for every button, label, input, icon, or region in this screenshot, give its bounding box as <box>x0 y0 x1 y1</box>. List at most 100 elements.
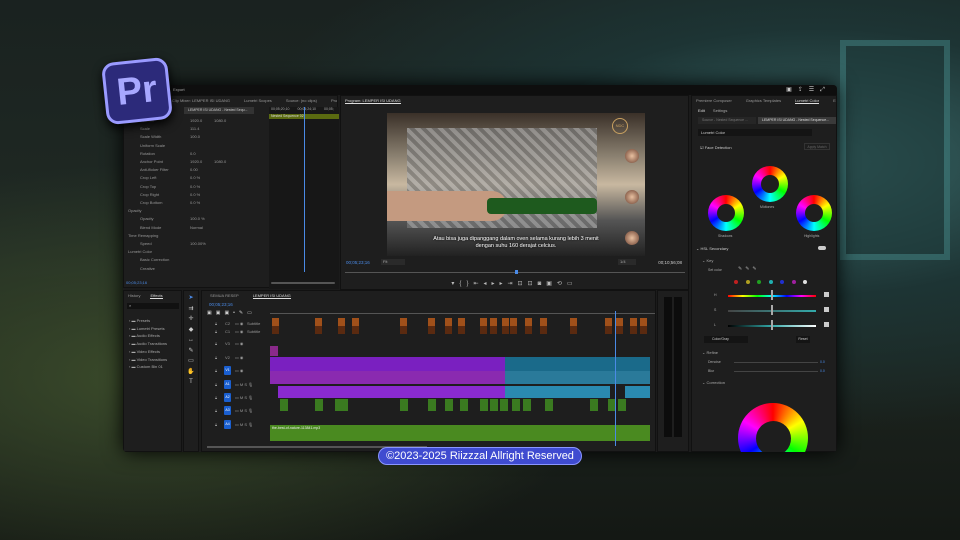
eye-icon[interactable]: ▭ ◉ <box>235 368 243 373</box>
track-target[interactable]: A3 <box>224 406 231 415</box>
slider-handle[interactable] <box>771 305 773 315</box>
refine-section[interactable]: ⌄ Refine <box>702 350 718 355</box>
hsl-toggle[interactable] <box>818 246 826 250</box>
key-section[interactable]: ⌄ Key <box>702 258 713 263</box>
color-gray-dropdown[interactable]: Color/Gray <box>704 336 748 343</box>
video-clip[interactable] <box>505 371 650 384</box>
effects-folder[interactable]: › ▬ Lumetri Presets <box>129 326 165 331</box>
midtones-wheel[interactable] <box>752 166 788 202</box>
subtitle-clip[interactable] <box>338 326 345 334</box>
fit-dropdown[interactable]: Fit <box>381 259 405 265</box>
playhead[interactable] <box>304 107 305 272</box>
color-swatch[interactable] <box>803 280 807 284</box>
audio-clip[interactable] <box>400 399 408 411</box>
track-target[interactable]: A2 <box>224 393 231 402</box>
property-value[interactable]: 0.0 % <box>190 192 200 197</box>
audio-clip[interactable] <box>278 386 505 398</box>
audio-clip[interactable] <box>512 399 520 411</box>
eyedropper-icons[interactable]: ✎✎✎ <box>738 266 760 272</box>
property-value[interactable]: 1920.0 <box>190 159 202 164</box>
lock-icon[interactable]: 🔒︎ <box>215 355 217 360</box>
effects-search[interactable]: ⌕ <box>127 303 179 309</box>
property-value[interactable]: 0.0 % <box>190 175 200 180</box>
audio-clip[interactable] <box>523 399 531 411</box>
subtitle-clip[interactable] <box>445 326 452 334</box>
mute-icon[interactable]: ▭ M S 🎙︎ <box>235 408 253 413</box>
subtitle-clip[interactable] <box>630 326 637 334</box>
face-detection-checkbox[interactable]: ☑ Face Detection <box>700 145 732 150</box>
subtitle-clip[interactable] <box>540 326 547 334</box>
video-clip[interactable] <box>270 357 505 371</box>
shadows-wheel[interactable] <box>708 195 744 231</box>
invert-checkbox[interactable] <box>824 292 829 297</box>
razor-icon[interactable]: ◆ <box>184 325 198 336</box>
video-clip[interactable] <box>270 346 278 356</box>
lock-icon[interactable]: 🔒︎ <box>215 321 217 326</box>
slider-handle[interactable] <box>771 320 773 330</box>
export-menu[interactable]: Export <box>173 87 185 92</box>
audio-clip[interactable] <box>315 399 323 411</box>
subtitle-clip[interactable] <box>490 326 497 334</box>
transport-controls[interactable]: ▾{}⇤◂▸▸⇥⊡⊡◙▣⟲▭ <box>341 280 688 287</box>
property-value[interactable]: 1080.0 <box>214 118 226 123</box>
audio-clip[interactable] <box>280 399 288 411</box>
correction-wheel[interactable] <box>738 403 808 452</box>
apply-match-button[interactable]: Apply Match <box>804 143 830 150</box>
subtitle-clip[interactable] <box>502 318 509 326</box>
eye-icon[interactable]: ▭ ◉ <box>235 341 243 346</box>
slider-handle[interactable] <box>771 290 773 300</box>
timeline-playhead[interactable] <box>615 311 616 446</box>
source-dropdown[interactable]: LEMPER ISI UDANG - Nested Sequ... <box>184 107 254 114</box>
subtitle-clip[interactable] <box>510 326 517 334</box>
effects-folder[interactable]: › ▬ Presets <box>129 318 150 323</box>
reset-button[interactable]: Reset <box>796 336 810 343</box>
color-swatch[interactable] <box>768 280 773 284</box>
lock-icon[interactable]: 🔒︎ <box>215 395 217 400</box>
property-value[interactable]: 0.0 <box>190 151 196 156</box>
subtitle-clip[interactable] <box>315 318 322 326</box>
invert-checkbox[interactable] <box>824 322 829 327</box>
correction-section[interactable]: ⌄ Correction <box>702 380 725 385</box>
audio-clip[interactable] <box>590 399 598 411</box>
color-swatch[interactable] <box>791 280 796 284</box>
property-value[interactable]: 0.00 <box>190 167 198 172</box>
timeline-toolbar[interactable]: ▣▣▣•✎▭ <box>207 310 256 316</box>
subtitle-clip[interactable] <box>630 318 637 326</box>
lock-icon[interactable]: 🔒︎ <box>215 341 217 346</box>
subtitle-clip[interactable] <box>525 326 532 334</box>
hand-icon[interactable]: ✋ <box>184 367 198 378</box>
property-value[interactable]: 1080.0 <box>214 159 226 164</box>
music-clip[interactable] <box>270 425 650 441</box>
panel-tab[interactable]: Essent <box>833 98 836 103</box>
video-clip[interactable] <box>270 371 505 384</box>
tab-settings[interactable]: Settings <box>713 108 727 113</box>
lock-icon[interactable]: 🔒︎ <box>215 329 217 334</box>
source-clip-tab[interactable]: LEMPER ISI UDANG - Nested Sequence... <box>758 117 836 124</box>
highlights-wheel[interactable] <box>796 195 832 231</box>
color-swatch[interactable] <box>745 280 750 284</box>
slip-icon[interactable]: ↔ <box>184 335 198 346</box>
color-swatch[interactable] <box>734 280 738 284</box>
audio-clip[interactable] <box>625 386 650 398</box>
property-value[interactable]: 0.0 % <box>190 184 200 189</box>
subtitle-clip[interactable] <box>480 326 487 334</box>
subtitle-clip[interactable] <box>616 318 623 326</box>
subtitle-clip[interactable] <box>616 326 623 334</box>
denoise-value[interactable]: 0.0 <box>820 360 825 364</box>
effects-folder[interactable]: › ▬ Video Transitions <box>129 357 167 362</box>
eye-icon[interactable]: ▭ ◉ <box>235 355 243 360</box>
property-value[interactable]: 100.0 % <box>190 216 205 221</box>
track-select-icon[interactable]: ⇉ <box>184 304 198 315</box>
track-target[interactable]: A1 <box>224 380 231 389</box>
effects-folder[interactable]: › ▬ Audio Effects <box>129 333 160 338</box>
subtitle-clip[interactable] <box>570 326 577 334</box>
audio-clip[interactable] <box>618 399 626 411</box>
zoom-scrollbar[interactable] <box>271 282 335 284</box>
tab-edit[interactable]: Edit <box>698 108 705 113</box>
subtitle-clip[interactable] <box>490 318 497 326</box>
effects-folder[interactable]: › ▬ Audio Transitions <box>129 341 167 346</box>
effect-dropdown[interactable]: Lumetri Color <box>698 129 812 136</box>
panel-tab[interactable]: Source: (no clips) <box>286 98 317 103</box>
subtitle-clip[interactable] <box>315 326 322 334</box>
window-icons[interactable]: ▣⇪☰⤢ <box>786 86 831 94</box>
